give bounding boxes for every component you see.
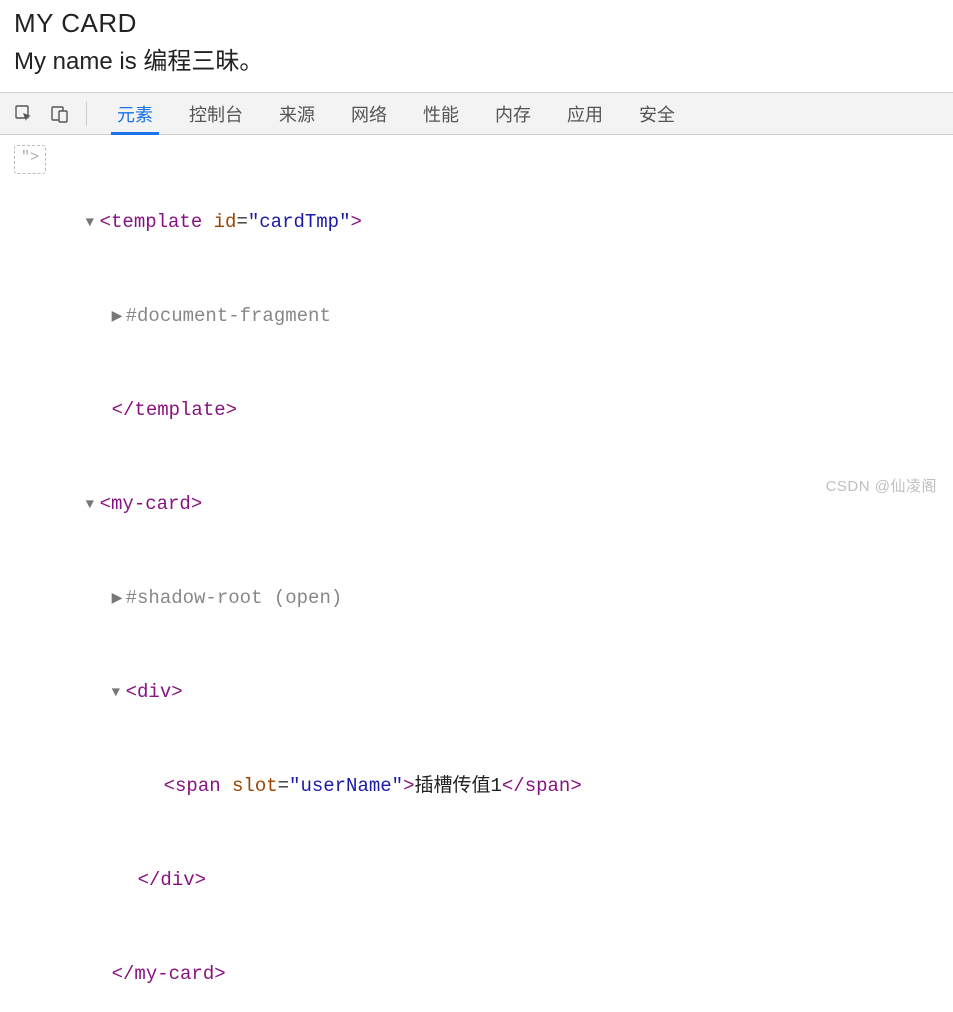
dom-node-div-open[interactable]: ▼<div>	[10, 646, 943, 740]
tab-performance[interactable]: 性能	[405, 93, 477, 135]
page-render-area: MY CARD My name is 编程三昧。	[0, 0, 953, 93]
caret-right-icon[interactable]: ▶	[112, 306, 126, 329]
tab-security[interactable]: 安全	[621, 93, 693, 135]
page-subtitle: My name is 编程三昧。	[14, 41, 939, 76]
tab-network[interactable]: 网络	[333, 93, 405, 135]
dom-node-document-fragment[interactable]: ▶#document-fragment	[10, 270, 943, 364]
dom-node-mycard-open[interactable]: ▼<my-card>	[10, 458, 943, 552]
dom-node-template-close[interactable]: </template>	[10, 364, 943, 458]
tab-memory[interactable]: 内存	[477, 93, 549, 135]
caret-down-icon[interactable]: ▼	[112, 682, 126, 705]
caret-down-icon[interactable]: ▼	[86, 212, 100, 235]
inspect-icon[interactable]	[10, 100, 38, 128]
device-toggle-icon[interactable]	[46, 100, 74, 128]
tab-sources[interactable]: 来源	[261, 93, 333, 135]
page-title: MY CARD	[14, 8, 939, 39]
dom-tree-panel[interactable]: "> ▼<template id="cardTmp"> ▶#document-f…	[0, 135, 953, 1012]
tab-elements[interactable]: 元素	[99, 93, 171, 135]
dom-node-span[interactable]: <span slot="userName">插槽传值1</span>	[10, 740, 943, 834]
cls-badge[interactable]: ">	[14, 145, 46, 174]
watermark: CSDN @仙凌阁	[826, 475, 937, 496]
tab-console[interactable]: 控制台	[171, 93, 261, 135]
caret-right-icon[interactable]: ▶	[112, 588, 126, 611]
dom-node-div-close[interactable]: </div>	[10, 834, 943, 928]
dom-node-shadow-root[interactable]: ▶#shadow-root (open)	[10, 552, 943, 646]
tab-application[interactable]: 应用	[549, 93, 621, 135]
dom-node-template-open[interactable]: ▼<template id="cardTmp">	[10, 176, 943, 270]
toolbar-separator	[86, 102, 87, 126]
devtools-toolbar: 元素 控制台 来源 网络 性能 内存 应用 安全	[0, 93, 953, 135]
dom-node-mycard-close[interactable]: </my-card>	[10, 928, 943, 1012]
